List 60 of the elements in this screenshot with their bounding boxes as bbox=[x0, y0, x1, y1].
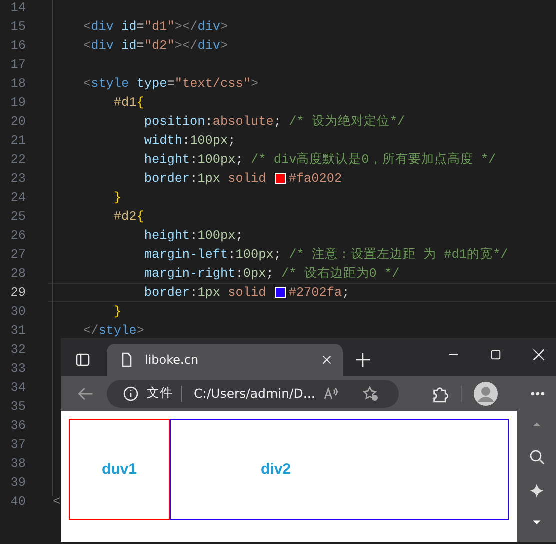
code-line: </style> bbox=[82, 323, 144, 338]
code-line: border:1px solid #fa0202 bbox=[143, 171, 342, 186]
sidebar-icon[interactable] bbox=[75, 352, 91, 368]
code-line: < bbox=[53, 494, 61, 509]
code-line: margin-right:0px; /* 设右边距为0 */ bbox=[143, 265, 400, 282]
box-label: div2 bbox=[261, 461, 292, 478]
star-plus-icon[interactable] bbox=[363, 386, 380, 402]
line-number: 19 bbox=[10, 95, 26, 110]
line-number: 34 bbox=[10, 380, 26, 395]
close-icon[interactable] bbox=[321, 354, 333, 366]
line-number: 23 bbox=[10, 171, 26, 186]
line-number: 40 bbox=[10, 494, 26, 509]
line-number: 31 bbox=[10, 323, 26, 338]
close-icon[interactable] bbox=[532, 348, 546, 362]
line-number: 14 bbox=[10, 0, 26, 15]
read-aloud-icon[interactable] bbox=[323, 386, 340, 402]
line-number: 21 bbox=[10, 133, 26, 148]
box-label: duv1 bbox=[102, 461, 137, 478]
line-number: 25 bbox=[10, 209, 26, 224]
line-number: 35 bbox=[10, 399, 26, 414]
line-number: 17 bbox=[10, 57, 26, 72]
line-number: 32 bbox=[10, 342, 26, 357]
code-line: #d1{ bbox=[112, 95, 144, 110]
plus-icon[interactable] bbox=[355, 352, 371, 368]
puzzle-icon[interactable] bbox=[431, 384, 449, 402]
line-number: 24 bbox=[10, 190, 26, 205]
sparkle-icon[interactable] bbox=[528, 483, 544, 499]
browser-tab[interactable]: liboke.cn bbox=[107, 344, 343, 376]
line-number: 26 bbox=[10, 228, 26, 243]
line-number: 16 bbox=[10, 38, 26, 53]
line-number: 37 bbox=[10, 437, 26, 452]
line-number: 38 bbox=[10, 456, 26, 471]
code-line: <div id="d2"></div> bbox=[82, 38, 228, 53]
code-line: position:absolute; /* 设为绝对定位*/ bbox=[143, 113, 406, 130]
line-number: 18 bbox=[10, 76, 26, 91]
search-icon[interactable] bbox=[528, 449, 544, 465]
line-number: 27 bbox=[10, 247, 26, 262]
line-number: 20 bbox=[10, 114, 26, 129]
line-number: 33 bbox=[10, 361, 26, 376]
line-number: 30 bbox=[10, 304, 26, 319]
code-line: } bbox=[112, 304, 122, 319]
line-number: 39 bbox=[10, 475, 26, 490]
maximize-icon[interactable] bbox=[490, 349, 502, 361]
address-bar[interactable]: 文件 C:/Users/admin/D... bbox=[107, 380, 399, 408]
line-number: 36 bbox=[10, 418, 26, 433]
code-line: height:100px; /* div高度默认是0，所有要加点高度 */ bbox=[143, 151, 496, 168]
avatar-icon[interactable] bbox=[474, 382, 498, 406]
code-line: height:100px; bbox=[143, 228, 244, 243]
line-number: 28 bbox=[10, 266, 26, 281]
code-line: width:100px; bbox=[143, 133, 236, 148]
line-number: 15 bbox=[10, 19, 26, 34]
line-number: 22 bbox=[10, 152, 26, 167]
code-line: border:1px solid #2702fa; bbox=[143, 285, 350, 300]
line-number: 29 bbox=[10, 285, 26, 300]
info-icon bbox=[123, 386, 139, 402]
code-line: #d2{ bbox=[112, 209, 144, 224]
code-line: margin-left:100px; /* 注意：设置左边距 为 #d1的宽*/ bbox=[143, 246, 508, 263]
code-line: } bbox=[112, 190, 122, 205]
code-line: <style type="text/css"> bbox=[82, 76, 259, 91]
code-line: <div id="d1"></div> bbox=[82, 19, 228, 34]
